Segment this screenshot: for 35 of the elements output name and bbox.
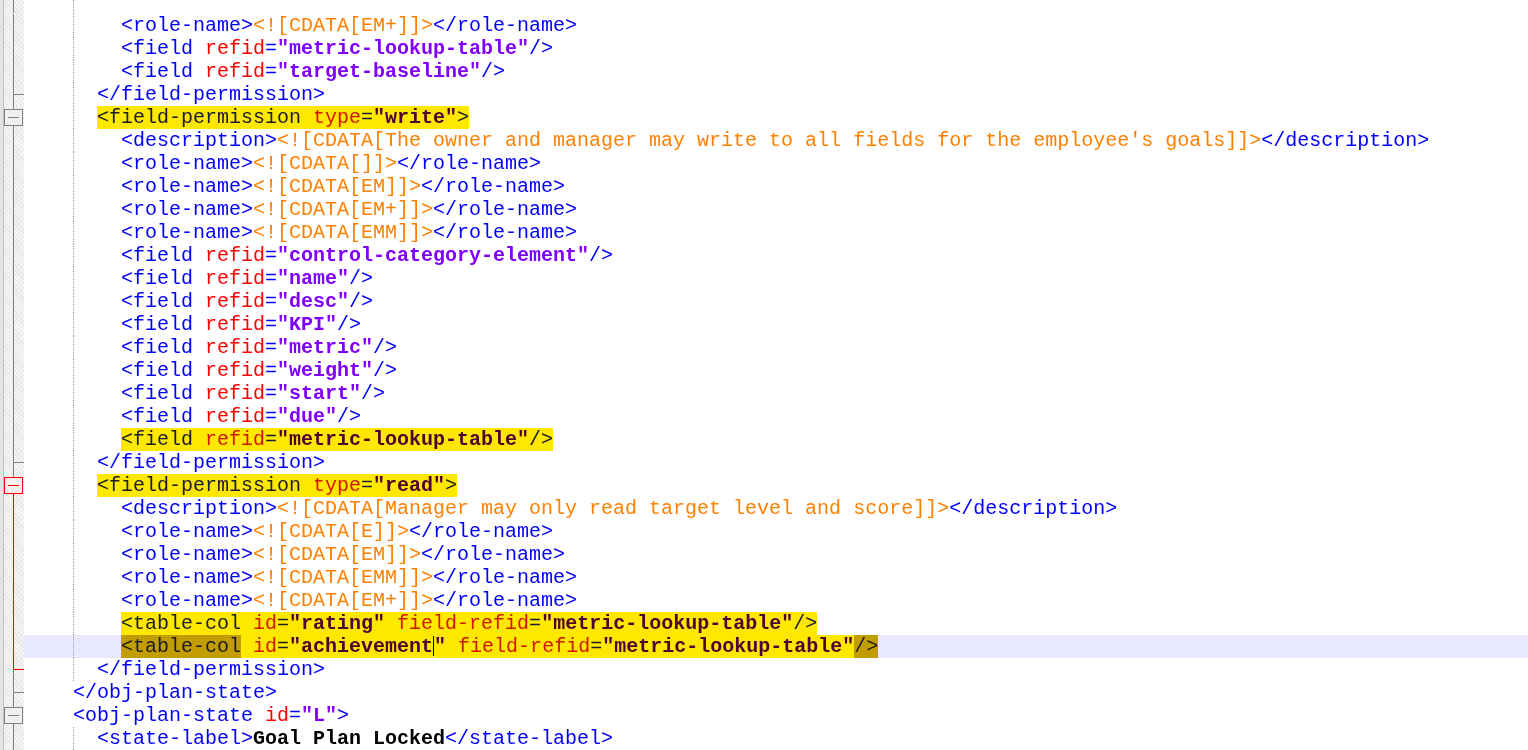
code-line: <field refid="metric-lookup-table"/> [121, 427, 554, 451]
code-line: <field-permission type="write"> [97, 105, 470, 129]
fold-collapse-icon[interactable] [4, 473, 23, 497]
code-line: <role-name><![CDATA[EM+]]></role-name> [121, 588, 578, 612]
code-line: </field-permission> [97, 82, 326, 106]
code-line: </field-permission> [97, 450, 326, 474]
code-line: <role-name><![CDATA[]]></role-name> [121, 151, 542, 175]
code-line: <state-label>Goal Plan Locked</state-label> [97, 726, 614, 750]
code-line: <field refid="metric"/> [121, 335, 398, 359]
code-line: <role-name><![CDATA[EM+]]></role-name> [121, 197, 578, 221]
code-line: <field refid="due"/> [121, 404, 362, 428]
code-line: <role-name><![CDATA[EMM]]></role-name> [121, 565, 578, 589]
code-line: </field-permission> [97, 657, 326, 681]
fold-collapse-icon[interactable] [4, 703, 23, 727]
code-line: <description><![CDATA[Manager may only read target level and score]]></description> [121, 496, 1118, 520]
fold-collapse-icon[interactable] [4, 105, 23, 129]
code-line: <role-name><![CDATA[E]]></role-name> [121, 519, 554, 543]
code-line: <field refid="name"/> [121, 266, 374, 290]
code-line: <table-col id="rating" field-refid="metric-lookup-table"/> [121, 611, 818, 635]
code-line: <field refid="KPI"/> [121, 312, 362, 336]
code-line: <role-name><![CDATA[EMM]]></role-name> [121, 220, 578, 244]
code-line: <role-name><![CDATA[EM+]]></role-name> [121, 13, 578, 37]
code-line: <field refid="weight"/> [121, 358, 398, 382]
code-line: <role-name><![CDATA[EM]]></role-name> [121, 542, 566, 566]
code-line: <field refid="metric-lookup-table"/> [121, 36, 554, 60]
code-line: <field-permission type="read"> [97, 473, 458, 497]
code-line: <description><![CDATA[The owner and manager may write to all fields for the employee's goals]]></description> [121, 128, 1430, 152]
code-line: <field refid="start"/> [121, 381, 386, 405]
code-line: </obj-plan-state> [73, 680, 278, 704]
code-line: <role-name><![CDATA[EM]]></role-name> [121, 174, 566, 198]
code-line: <field refid="target-baseline"/> [121, 59, 506, 83]
code-line: <table-col id="achievement" field-refid="metric-lookup-table"/> [121, 634, 879, 658]
code-line: <obj-plan-state id="L"> [73, 703, 350, 727]
code-line: <field refid="control-category-element"/> [121, 243, 614, 267]
code-line: <field refid="desc"/> [121, 289, 374, 313]
